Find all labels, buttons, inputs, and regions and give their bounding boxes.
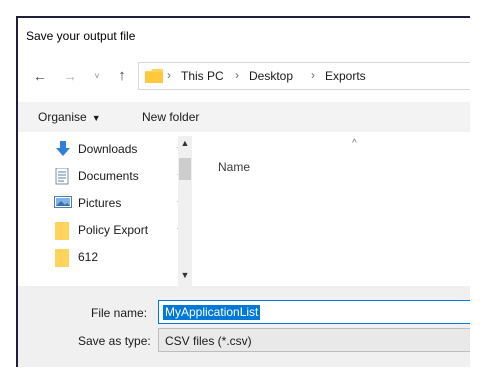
up-button[interactable]: ↑ bbox=[113, 66, 131, 86]
sidebar-item-label: Pictures bbox=[78, 196, 122, 210]
breadcrumb-exports[interactable]: Exports bbox=[325, 69, 366, 83]
navigation-scrollbar[interactable]: ▲ ▼ bbox=[178, 136, 192, 286]
breadcrumb-separator: › bbox=[235, 68, 239, 82]
breadcrumb-this-pc[interactable]: This PC bbox=[181, 69, 224, 83]
new-folder-button[interactable]: New folder bbox=[142, 110, 199, 124]
column-header-name[interactable]: Name bbox=[218, 160, 250, 174]
breadcrumb-desktop[interactable]: Desktop bbox=[249, 69, 293, 83]
scroll-up-icon[interactable]: ▲ bbox=[178, 138, 192, 148]
navigation-pane: Downloads Documents Pictures Policy Expo… bbox=[18, 136, 194, 286]
folder-icon bbox=[54, 222, 70, 243]
caret-down-icon: ▼ bbox=[91, 113, 101, 123]
sidebar-item-label: Downloads bbox=[78, 142, 138, 156]
breadcrumb-separator: › bbox=[311, 68, 315, 82]
sidebar-item-documents[interactable]: Documents bbox=[52, 165, 192, 187]
forward-button[interactable]: → bbox=[61, 66, 79, 86]
document-icon bbox=[54, 167, 70, 188]
organise-label: Organise bbox=[38, 110, 87, 124]
sidebar-item-label: Policy Export bbox=[78, 223, 149, 237]
scrollbar-thumb[interactable] bbox=[179, 158, 191, 180]
sidebar-item-policy-export[interactable]: Policy Export bbox=[52, 219, 192, 241]
sort-ascending-icon: ^ bbox=[352, 138, 357, 149]
download-arrow-icon bbox=[54, 141, 72, 160]
save-as-type-value: CSV files (*.csv) bbox=[165, 334, 252, 348]
pictures-icon bbox=[54, 195, 72, 212]
address-bar[interactable]: › This PC › Desktop › Exports bbox=[138, 62, 470, 90]
save-dialog: Save your output file ← → ˅ ↑ › This PC … bbox=[16, 16, 470, 367]
file-name-input[interactable]: MyApplicationList bbox=[158, 300, 470, 324]
save-options-panel: File name: MyApplicationList Save as typ… bbox=[18, 286, 470, 367]
file-name-label: File name: bbox=[91, 306, 148, 320]
address-row: ← → ˅ ↑ › This PC › Desktop › Exports bbox=[18, 62, 470, 90]
save-as-type-label: Save as type: bbox=[78, 334, 151, 348]
folder-icon bbox=[145, 69, 163, 86]
dialog-title: Save your output file bbox=[26, 29, 136, 43]
file-list: ^ Name bbox=[194, 136, 470, 286]
back-button[interactable]: ← bbox=[31, 66, 49, 86]
breadcrumb-separator: › bbox=[167, 68, 171, 82]
save-as-type-select[interactable]: CSV files (*.csv) bbox=[158, 328, 470, 352]
sidebar-item-label: Documents bbox=[78, 169, 139, 183]
scroll-down-icon[interactable]: ▼ bbox=[178, 270, 192, 280]
toolbar: Organise ▼ New folder bbox=[18, 102, 470, 132]
recent-locations-button[interactable]: ˅ bbox=[90, 66, 104, 86]
sidebar-item-612[interactable]: 612 bbox=[52, 246, 192, 268]
sidebar-item-downloads[interactable]: Downloads bbox=[52, 138, 192, 160]
sidebar-item-pictures[interactable]: Pictures bbox=[52, 192, 192, 214]
organise-button[interactable]: Organise ▼ bbox=[38, 110, 101, 124]
file-name-value: MyApplicationList bbox=[163, 305, 261, 320]
folder-icon bbox=[54, 249, 70, 270]
sidebar-item-label: 612 bbox=[78, 250, 99, 264]
